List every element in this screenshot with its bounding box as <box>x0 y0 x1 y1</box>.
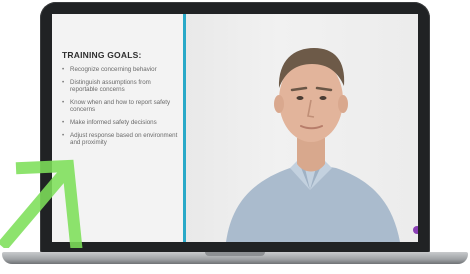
training-goals-list: Recognize concerning behavior Distinguis… <box>62 66 180 152</box>
laptop-base-notch <box>205 252 265 256</box>
goal-item: Distinguish assumptions from reportable … <box>62 79 180 94</box>
goal-item: Recognize concerning behavior <box>62 66 180 74</box>
video-marker-dot <box>413 226 418 234</box>
arrow-icon <box>0 159 83 248</box>
goal-item: Adjust response based on environment and… <box>62 132 180 147</box>
presenter-image <box>226 48 400 242</box>
video-screen[interactable]: TRAINING GOALS: Recognize concerning beh… <box>52 14 418 242</box>
goal-item: Know when and how to report safety conce… <box>62 99 180 114</box>
training-goals-title: TRAINING GOALS: <box>62 50 142 60</box>
goal-item: Make informed safety decisions <box>62 119 180 127</box>
presenter-video[interactable] <box>186 14 418 242</box>
